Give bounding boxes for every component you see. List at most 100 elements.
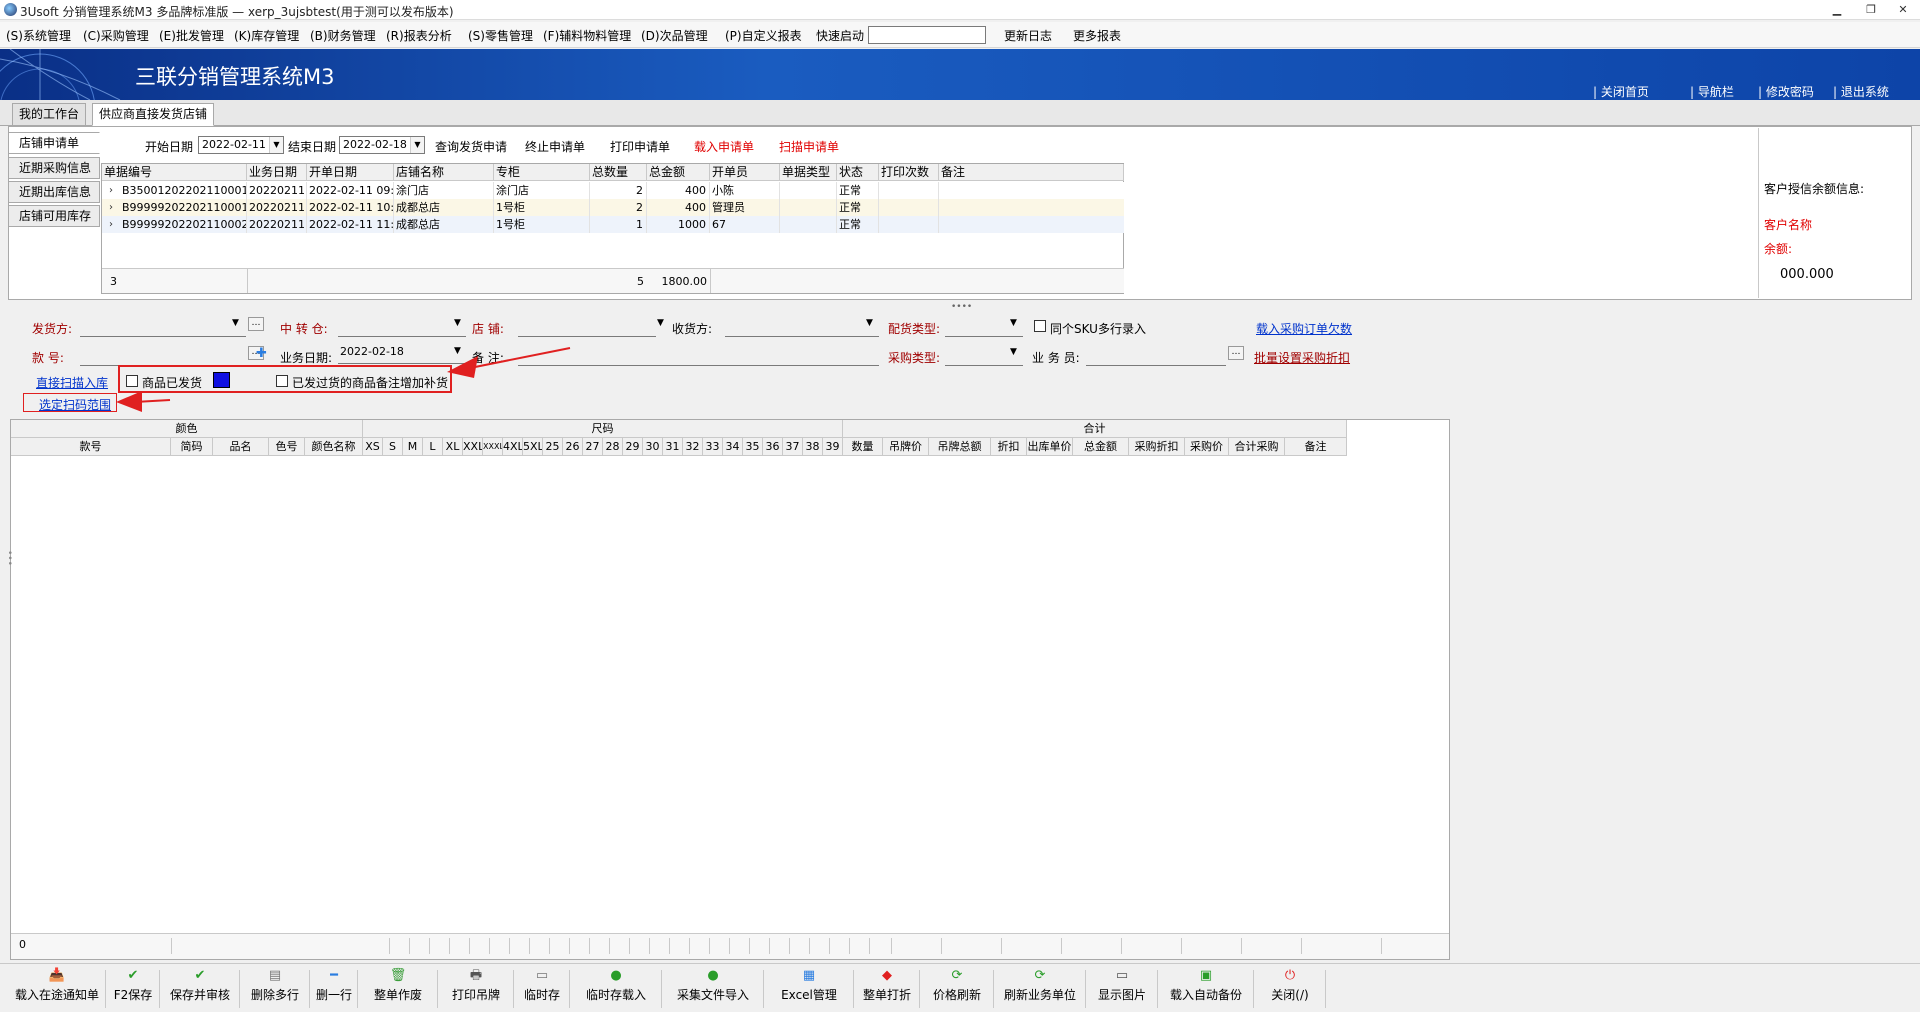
menu-more-reports[interactable]: 更多报表 xyxy=(1073,27,1121,44)
print-request-button[interactable]: 打印申请单 xyxy=(610,138,670,155)
toolbar-button[interactable]: ● 采集文件导入 xyxy=(662,968,764,1010)
menu-materials[interactable]: (F)辅料物料管理 xyxy=(543,27,631,44)
column-header[interactable]: 吊牌价 xyxy=(883,438,929,456)
column-header[interactable]: 27 xyxy=(583,438,603,456)
chevron-down-icon[interactable]: ▼ xyxy=(1010,347,1017,357)
column-header[interactable]: XXXL xyxy=(483,438,503,456)
toolbar-button[interactable]: ▭ 显示图片 xyxy=(1086,968,1158,1010)
row-expand-icon[interactable]: › xyxy=(102,216,120,233)
toolbar-button[interactable]: 🗑 整单作废 xyxy=(358,968,438,1010)
menu-finance[interactable]: (B)财务管理 xyxy=(310,27,376,44)
side-tab-store-stock[interactable]: 店铺可用库存 xyxy=(8,205,100,227)
left-splitter-grip-icon[interactable]: ••• xyxy=(4,550,14,566)
side-tab-store-request[interactable]: 店铺申请单 xyxy=(8,132,100,154)
toolbar-button[interactable]: ✔ F2保存 xyxy=(106,968,160,1010)
toolbar-button[interactable]: ● 临时存载入 xyxy=(570,968,662,1010)
store-field[interactable] xyxy=(518,315,656,337)
chevron-down-icon[interactable]: ▼ xyxy=(454,346,461,356)
column-header[interactable]: 吊牌总额 xyxy=(929,438,991,456)
column-header[interactable]: 开单日期 xyxy=(307,164,394,181)
menu-reports[interactable]: (R)报表分析 xyxy=(386,27,452,44)
column-header[interactable]: M xyxy=(403,438,423,456)
column-header[interactable]: 备注 xyxy=(1285,438,1347,456)
start-date-picker[interactable]: 2022-02-11 ▼ xyxy=(198,136,284,154)
column-header[interactable]: 4XL xyxy=(503,438,523,456)
load-request-button[interactable]: 载入申请单 xyxy=(694,138,754,155)
quick-launch-input[interactable] xyxy=(868,26,986,44)
column-header[interactable]: 采购折扣 xyxy=(1129,438,1185,456)
menu-purchase[interactable]: (C)采购管理 xyxy=(83,27,149,44)
toolbar-button[interactable]: ✔ 保存并审核 xyxy=(160,968,240,1010)
batch-discount-link[interactable]: 批量设置采购折扣 xyxy=(1254,349,1350,366)
chevron-down-icon[interactable]: ▼ xyxy=(454,318,461,328)
column-header[interactable]: 35 xyxy=(743,438,763,456)
column-header[interactable]: 款号 xyxy=(11,438,171,456)
column-header[interactable]: 数量 xyxy=(843,438,883,456)
side-tab-recent-purchase[interactable]: 近期采购信息 xyxy=(8,157,100,179)
table-row[interactable]: › B35001202202110001 20220211 2022-02-11… xyxy=(102,182,1124,199)
column-header[interactable]: 出库单价 xyxy=(1027,438,1073,456)
column-header[interactable]: XL xyxy=(443,438,463,456)
transit-warehouse-field[interactable] xyxy=(338,315,466,337)
chevron-down-icon[interactable]: ▼ xyxy=(657,318,664,328)
column-header[interactable]: 33 xyxy=(703,438,723,456)
query-request-button[interactable]: 查询发货申请 xyxy=(435,138,507,155)
row-expand-icon[interactable]: › xyxy=(102,182,120,199)
minimize-icon[interactable]: ▁ xyxy=(1826,2,1848,18)
toolbar-button[interactable]: ▤ 删除多行 xyxy=(240,968,310,1010)
column-header[interactable]: 合计采购 xyxy=(1229,438,1285,456)
column-header[interactable]: 颜色名称 xyxy=(305,438,363,456)
select-scan-range-link[interactable]: 选定扫码范围 xyxy=(39,396,111,413)
column-header[interactable]: 26 xyxy=(563,438,583,456)
chevron-down-icon[interactable]: ▼ xyxy=(866,318,873,328)
sender-field[interactable] xyxy=(80,315,246,337)
column-header[interactable]: 品名 xyxy=(213,438,269,456)
column-header[interactable]: 31 xyxy=(663,438,683,456)
column-header[interactable]: 折扣 xyxy=(991,438,1027,456)
side-tab-recent-outbound[interactable]: 近期出库信息 xyxy=(8,181,100,203)
table-row[interactable]: › B99999202202110001 20220211 2022-02-11… xyxy=(102,199,1124,216)
direct-scan-in-link[interactable]: 直接扫描入库 xyxy=(36,374,108,391)
toolbar-button[interactable]: 🖶 打印吊牌 xyxy=(438,968,514,1010)
column-header[interactable]: 总金额 xyxy=(647,164,710,181)
chevron-down-icon[interactable]: ▼ xyxy=(410,137,424,153)
chevron-down-icon[interactable]: ▼ xyxy=(269,137,283,153)
column-header[interactable]: 状态 xyxy=(837,164,879,181)
remark-field[interactable] xyxy=(518,344,879,366)
column-header[interactable]: 25 xyxy=(543,438,563,456)
menu-system[interactable]: (S)系统管理 xyxy=(6,27,71,44)
menu-update-log[interactable]: 更新日志 xyxy=(1004,27,1052,44)
column-header[interactable]: 店铺名称 xyxy=(394,164,494,181)
column-header[interactable]: 32 xyxy=(683,438,703,456)
style-no-field[interactable] xyxy=(80,344,246,366)
column-header[interactable]: 单据类型 xyxy=(780,164,837,181)
toolbar-button[interactable]: ⟳ 刷新业务单位 xyxy=(994,968,1086,1010)
receiver-field[interactable] xyxy=(725,315,879,337)
column-header[interactable]: 39 xyxy=(823,438,843,456)
column-header[interactable]: 38 xyxy=(803,438,823,456)
menu-inventory[interactable]: (K)库存管理 xyxy=(234,27,299,44)
column-header[interactable]: XXL xyxy=(463,438,483,456)
scan-request-button[interactable]: 扫描申请单 xyxy=(779,138,839,155)
multi-sku-checkbox[interactable] xyxy=(1034,320,1046,332)
toolbar-button[interactable]: ⟳ 价格刷新 xyxy=(920,968,994,1010)
append-remark-checkbox[interactable] xyxy=(276,375,288,387)
column-header[interactable]: 37 xyxy=(783,438,803,456)
column-header[interactable]: 总数量 xyxy=(590,164,647,181)
ellipsis-button[interactable]: … xyxy=(1228,346,1244,360)
column-header[interactable]: 29 xyxy=(623,438,643,456)
tab-workbench[interactable]: 我的工作台 xyxy=(12,103,87,126)
toolbar-button[interactable]: 📥 载入在途通知单 xyxy=(8,968,106,1010)
column-header[interactable]: 30 xyxy=(643,438,663,456)
chevron-down-icon[interactable]: ▼ xyxy=(232,318,239,328)
column-header[interactable]: 业务日期 xyxy=(247,164,307,181)
add-icon[interactable]: ✚ xyxy=(256,346,267,361)
column-header[interactable]: 5XL xyxy=(523,438,543,456)
tab-supplier-direct-ship[interactable]: 供应商直接发货店铺 xyxy=(92,103,215,126)
column-header[interactable]: 36 xyxy=(763,438,783,456)
menu-defects[interactable]: (D)次品管理 xyxy=(641,27,708,44)
column-header[interactable]: 28 xyxy=(603,438,623,456)
column-header[interactable]: 34 xyxy=(723,438,743,456)
chevron-down-icon[interactable]: ▼ xyxy=(1010,318,1017,328)
column-header[interactable]: 开单员 xyxy=(710,164,780,181)
